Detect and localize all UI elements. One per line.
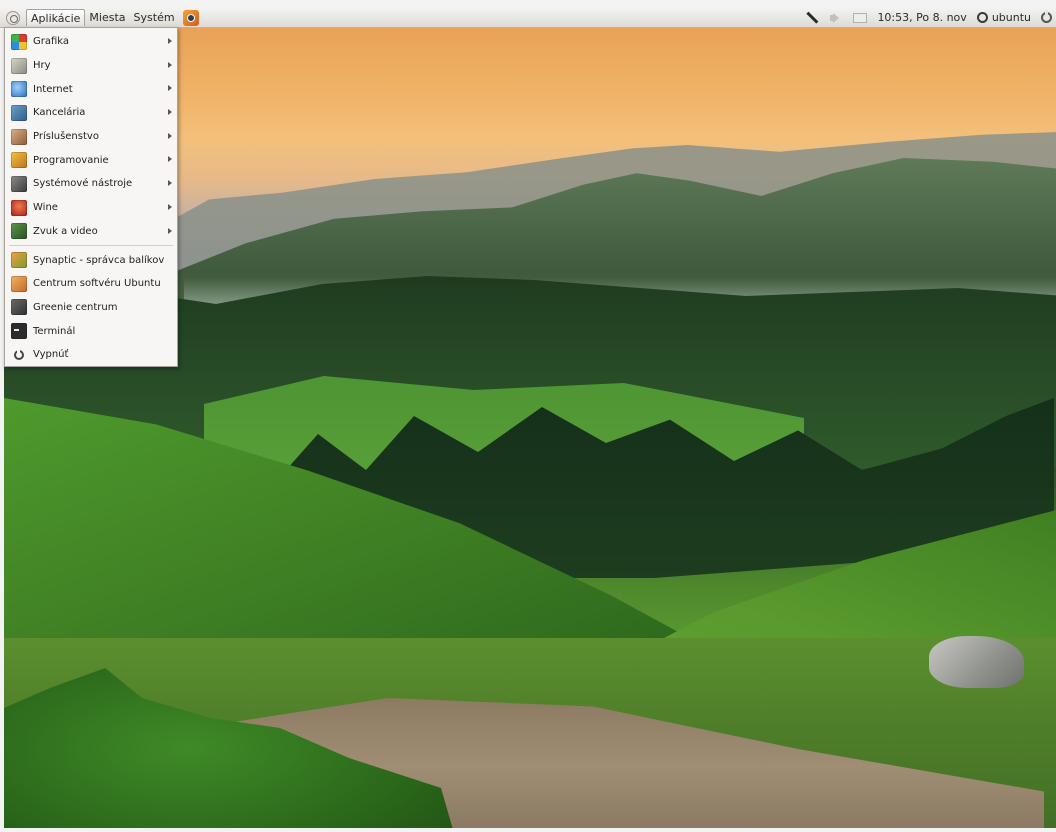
menu-miesta[interactable]: Miesta	[85, 9, 129, 26]
menu-item-label: Hry	[33, 60, 51, 72]
greenie-icon	[11, 299, 27, 316]
menu-item-prislusenstvo[interactable]: Príslušenstvo	[5, 125, 177, 149]
menu-item-hry[interactable]: Hry	[5, 54, 177, 78]
system-tools-icon	[11, 175, 27, 192]
wine-icon	[11, 199, 27, 216]
sound-video-icon	[11, 223, 27, 240]
power-icon	[1041, 10, 1052, 23]
submenu-arrow-icon	[168, 61, 172, 68]
network-indicator[interactable]	[805, 11, 819, 25]
menu-item-label: Vypnúť	[33, 349, 69, 361]
menu-item-label: Synaptic - správca balíkov	[33, 254, 165, 266]
wallpaper-rock	[929, 636, 1024, 688]
menu-system-label: Systém	[133, 11, 175, 24]
menu-item-label: Systémové nástroje	[33, 178, 133, 190]
menu-item-label: Príslušenstvo	[33, 131, 99, 143]
menu-item-label: Internet	[33, 83, 73, 95]
volume-indicator[interactable]	[829, 11, 843, 25]
menu-item-label: Greenie centrum	[33, 301, 118, 313]
session-menu[interactable]	[1041, 10, 1052, 23]
menu-item-label: Wine	[33, 202, 58, 214]
network-pen-icon	[803, 8, 823, 28]
mail-icon	[853, 12, 868, 23]
desktop-screen: Aplikácie Miesta Systém 10:53, Po 8. nov	[0, 0, 1056, 832]
accessories-icon	[11, 128, 27, 145]
software-center-icon	[11, 275, 27, 292]
submenu-arrow-icon	[168, 180, 172, 187]
top-panel: Aplikácie Miesta Systém 10:53, Po 8. nov	[0, 8, 1056, 28]
user-icon	[976, 12, 988, 23]
menu-aplikacie-label: Aplikácie	[31, 12, 81, 25]
submenu-arrow-icon	[168, 156, 172, 163]
graphics-icon	[11, 33, 27, 50]
menu-item-vypnut[interactable]: Vypnúť	[5, 343, 177, 367]
internet-icon	[11, 81, 27, 98]
panel-left: Aplikácie Miesta Systém	[6, 8, 199, 27]
menu-item-label: Zvuk a video	[33, 225, 98, 237]
firefox-launcher-icon[interactable]	[182, 9, 199, 26]
menu-item-internet[interactable]: Internet	[5, 77, 177, 101]
office-icon	[11, 104, 27, 121]
menu-item-label: Programovanie	[33, 154, 109, 166]
menu-system[interactable]: Systém	[130, 9, 179, 26]
submenu-arrow-icon	[168, 132, 172, 139]
submenu-arrow-icon	[168, 203, 172, 210]
menu-aplikacie[interactable]: Aplikácie	[26, 9, 86, 26]
ubuntu-logo-icon[interactable]	[6, 10, 20, 25]
synaptic-icon	[11, 252, 27, 269]
submenu-arrow-icon	[168, 85, 172, 92]
programming-icon	[11, 152, 27, 169]
submenu-arrow-icon	[168, 227, 172, 234]
clock-label: 10:53, Po 8. nov	[877, 11, 967, 24]
games-icon	[11, 57, 27, 74]
menu-item-synaptic[interactable]: Synaptic - správca balíkov	[5, 248, 177, 272]
user-menu[interactable]: ubuntu	[976, 11, 1031, 24]
user-label: ubuntu	[991, 11, 1031, 24]
panel-right: 10:53, Po 8. nov ubuntu	[795, 8, 1052, 27]
menu-item-label: Terminál	[33, 325, 76, 337]
menu-item-centrum-softveru[interactable]: Centrum softvéru Ubuntu	[5, 272, 177, 296]
clock[interactable]: 10:53, Po 8. nov	[877, 11, 966, 24]
menu-item-kancelaria[interactable]: Kancelária	[5, 101, 177, 125]
menu-item-label: Centrum softvéru Ubuntu	[33, 278, 161, 290]
menu-item-greenie-centrum[interactable]: Greenie centrum	[5, 296, 177, 320]
menu-item-programovanie[interactable]: Programovanie	[5, 148, 177, 172]
mail-indicator[interactable]	[853, 12, 868, 23]
menu-miesta-label: Miesta	[89, 11, 126, 24]
menu-item-zvuk-a-video[interactable]: Zvuk a video	[5, 220, 177, 244]
menu-item-grafika[interactable]: Grafika	[5, 30, 177, 54]
menu-item-label: Grafika	[33, 36, 70, 48]
menu-item-systemove-nastroje[interactable]: Systémové nástroje	[5, 172, 177, 196]
terminal-icon	[11, 323, 27, 340]
submenu-arrow-icon	[168, 109, 172, 116]
submenu-arrow-icon	[168, 38, 172, 44]
speaker-icon	[829, 11, 843, 25]
menu-item-terminal[interactable]: Terminál	[5, 319, 177, 343]
power-icon	[14, 347, 24, 360]
applications-menu: Grafika Hry Internet Kancelária Prísluše…	[4, 27, 178, 367]
menu-item-wine[interactable]: Wine	[5, 196, 177, 220]
menu-separator	[9, 245, 173, 247]
menu-item-label: Kancelária	[33, 107, 86, 119]
